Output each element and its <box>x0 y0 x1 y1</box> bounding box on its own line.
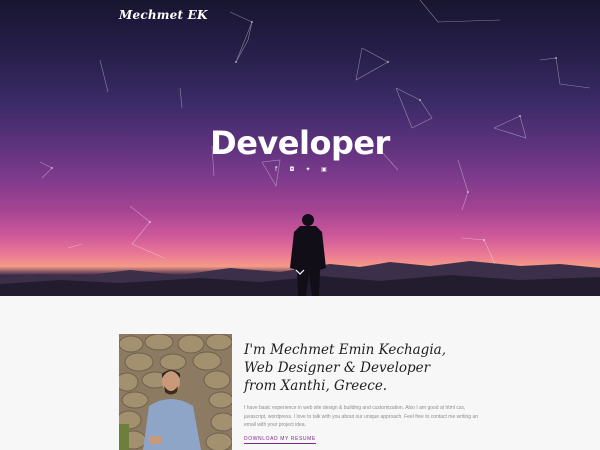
chevron-down-icon[interactable] <box>294 268 306 276</box>
hero-title: Developer <box>210 124 390 162</box>
about-heading: I'm Mechmet Emin Kechagia, Web Designer … <box>244 341 524 395</box>
download-resume-link[interactable]: Download my resume <box>244 436 316 444</box>
hero-section: Mechmet EK Developer f ◘ ✦ ▣ <box>0 0 600 296</box>
social-links: f ◘ ✦ ▣ <box>0 166 600 173</box>
person-silhouette <box>290 214 326 296</box>
twitter-icon[interactable]: ✦ <box>305 166 312 173</box>
facebook-icon[interactable]: f <box>273 166 280 173</box>
profile-photo <box>119 334 232 450</box>
brand-logo[interactable]: Mechmet EK <box>119 8 208 22</box>
instagram-icon[interactable]: ◘ <box>289 166 296 173</box>
about-heading-line: from Xanthi, Greece. <box>244 378 388 394</box>
about-heading-line: I'm Mechmet Emin Kechagia, <box>244 342 446 358</box>
about-description: I have basic experience in web site desi… <box>244 405 479 428</box>
about-heading-line: Web Designer & Developer <box>244 360 431 376</box>
linkedin-icon[interactable]: ▣ <box>321 166 328 173</box>
